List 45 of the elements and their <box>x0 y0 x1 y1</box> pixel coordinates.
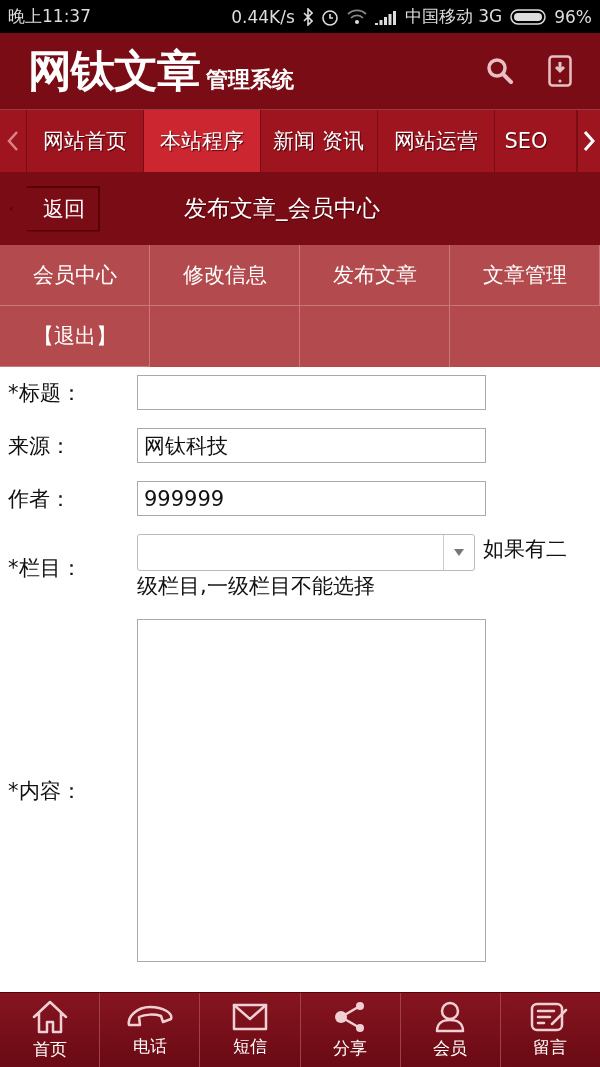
mail-icon <box>231 1002 268 1031</box>
text-field[interactable]: 网钛科技 <box>137 428 486 463</box>
bottom-nav-label[interactable]: 电话 <box>132 1034 167 1058</box>
phone-download-icon[interactable] <box>548 55 572 87</box>
caret-icon <box>454 549 464 556</box>
text-field[interactable]: 999999 <box>137 481 486 516</box>
page-title: 发布文章_会员中心 <box>184 194 380 223</box>
signal-icon <box>374 8 397 25</box>
nav-tab[interactable]: 本站程序 <box>143 110 261 172</box>
field-label: *栏目： <box>8 554 83 582</box>
member-menu-item[interactable]: 文章管理 <box>450 245 600 306</box>
search-icon[interactable] <box>486 57 514 85</box>
content-field[interactable] <box>137 619 486 962</box>
site-logo: 网钛文章 <box>28 43 200 98</box>
bottom-nav-label[interactable]: 留言 <box>533 1035 568 1059</box>
user-icon <box>435 1000 466 1033</box>
member-menu-item[interactable]: 会员中心 <box>0 245 150 306</box>
wifi-icon <box>346 8 367 25</box>
alarm-icon <box>320 7 339 26</box>
carrier-name: 中国移动 3G <box>404 5 503 28</box>
chevron-right-icon[interactable] <box>582 130 595 152</box>
bottom-nav-label[interactable]: 会员 <box>433 1036 468 1060</box>
member-menu-item[interactable]: 修改信息 <box>150 245 300 306</box>
bottom-nav-label[interactable]: 短信 <box>232 1034 267 1058</box>
network-speed: 0.44K/s <box>231 6 295 27</box>
bottom-nav-label[interactable]: 分享 <box>333 1036 368 1060</box>
member-menu-item[interactable]: 发布文章 <box>300 245 450 306</box>
battery-icon <box>510 8 547 25</box>
member-menu-item[interactable]: 【退出】 <box>0 306 150 367</box>
category-select[interactable] <box>137 534 475 571</box>
status-time: 晚上11:37 <box>8 5 91 28</box>
chevron-left-icon[interactable] <box>6 130 19 152</box>
bluetooth-icon <box>302 7 313 26</box>
bottom-nav-label[interactable]: 首页 <box>32 1037 67 1061</box>
category-hint: 级栏目,一级栏目不能选择 <box>137 573 376 600</box>
text-field[interactable] <box>137 375 486 410</box>
home-icon <box>31 999 68 1034</box>
category-hint: 如果有二 <box>483 537 567 561</box>
field-label: *内容： <box>8 777 83 805</box>
field-label: 作者： <box>8 485 72 513</box>
back-button[interactable]: 返回 <box>10 185 100 232</box>
field-label: 来源： <box>8 432 72 460</box>
battery-percent: 96% <box>554 6 592 27</box>
field-label: *标题： <box>8 379 83 407</box>
site-subtitle: 管理系统 <box>206 66 294 94</box>
